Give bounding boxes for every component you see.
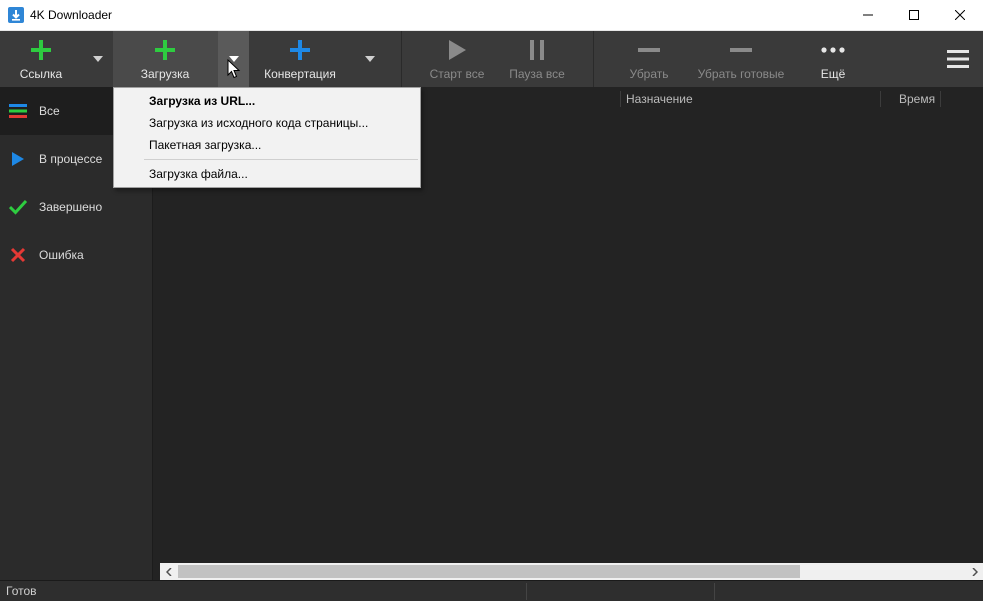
convert-button-label: Конвертация	[264, 67, 336, 81]
maximize-button[interactable]	[891, 0, 937, 30]
column-destination[interactable]: Назначение	[626, 92, 693, 106]
convert-button[interactable]: Конвертация	[262, 31, 338, 87]
toolbar: Ссылка Загрузка Конвертация Старт все Па…	[0, 31, 983, 87]
convert-dropdown-arrow[interactable]	[356, 31, 384, 87]
pause-icon	[530, 40, 544, 60]
link-button-label: Ссылка	[19, 67, 63, 81]
link-dropdown-arrow[interactable]	[84, 31, 112, 87]
pause-all-button[interactable]: Пауза все	[506, 31, 568, 87]
chevron-left-icon	[165, 567, 172, 576]
status-text: Готов	[6, 584, 37, 598]
sidebar-item-label: Ошибка	[39, 248, 84, 262]
minimize-button[interactable]	[845, 0, 891, 30]
cross-icon	[10, 247, 26, 263]
horizontal-scrollbar[interactable]	[160, 563, 983, 580]
chevron-down-icon	[365, 56, 375, 62]
sidebar-item-label: В процессе	[39, 152, 103, 166]
mouse-cursor-icon	[227, 59, 241, 79]
close-icon	[955, 10, 965, 20]
menu-item-download-file[interactable]: Загрузка файла...	[115, 163, 419, 185]
sidebar-item-label: Все	[39, 104, 60, 118]
minus-icon	[638, 48, 660, 52]
download-button[interactable]: Загрузка	[130, 31, 200, 87]
remove-button[interactable]: Убрать	[624, 31, 674, 87]
menu-item-download-page-source[interactable]: Загрузка из исходного кода страницы...	[115, 112, 419, 134]
more-dots-icon	[821, 47, 845, 53]
chevron-right-icon	[971, 567, 978, 576]
remove-done-button[interactable]: Убрать готовые	[694, 31, 788, 87]
menu-item-label: Загрузка из URL...	[149, 94, 256, 108]
window-title: 4K Downloader	[30, 8, 113, 22]
column-separator	[620, 91, 621, 107]
scroll-right-button[interactable]	[966, 563, 983, 580]
list-icon	[9, 104, 27, 118]
menu-item-label: Загрузка из исходного кода страницы...	[149, 116, 369, 130]
menu-item-label: Пакетная загрузка...	[149, 138, 262, 152]
remove-label: Убрать	[629, 67, 669, 81]
close-button[interactable]	[937, 0, 983, 30]
status-separator	[714, 583, 715, 600]
column-separator	[880, 91, 881, 107]
main-menu-button[interactable]	[944, 31, 972, 87]
status-separator	[526, 583, 527, 600]
start-all-label: Старт все	[429, 67, 485, 81]
title-bar: 4K Downloader	[0, 0, 983, 31]
more-button[interactable]: Ещё	[812, 31, 854, 87]
column-separator	[940, 91, 941, 107]
start-all-button[interactable]: Старт все	[427, 31, 487, 87]
check-icon	[9, 199, 27, 215]
plus-icon	[31, 40, 51, 60]
menu-item-download-url[interactable]: Загрузка из URL...	[115, 90, 419, 112]
app-download-icon	[8, 7, 24, 23]
scroll-left-button[interactable]	[160, 563, 177, 580]
menu-item-batch-download[interactable]: Пакетная загрузка...	[115, 134, 419, 156]
column-time[interactable]: Время	[899, 92, 935, 106]
scroll-thumb[interactable]	[178, 565, 800, 578]
download-dropdown-menu: Загрузка из URL... Загрузка из исходного…	[113, 87, 421, 188]
minimize-icon	[863, 14, 873, 16]
sidebar-item-label: Завершено	[39, 200, 103, 214]
link-button[interactable]: Ссылка	[10, 31, 72, 87]
play-icon	[449, 40, 466, 60]
toolbar-separator	[593, 31, 594, 87]
plus-icon	[155, 40, 175, 60]
sidebar-item-error[interactable]: Ошибка	[0, 231, 152, 279]
menu-item-label: Загрузка файла...	[149, 167, 248, 181]
menu-separator	[144, 159, 418, 160]
play-icon	[12, 152, 24, 166]
status-bar: Готов	[0, 580, 983, 601]
toolbar-separator	[401, 31, 402, 87]
pause-all-label: Пауза все	[509, 67, 565, 81]
more-label: Ещё	[820, 67, 846, 81]
chevron-down-icon	[93, 56, 103, 62]
minus-icon	[730, 48, 752, 52]
sidebar-item-completed[interactable]: Завершено	[0, 183, 152, 231]
plus-icon	[290, 40, 310, 60]
download-button-label: Загрузка	[140, 67, 190, 81]
remove-done-label: Убрать готовые	[697, 67, 785, 81]
maximize-icon	[909, 10, 919, 20]
hamburger-icon	[947, 50, 969, 68]
